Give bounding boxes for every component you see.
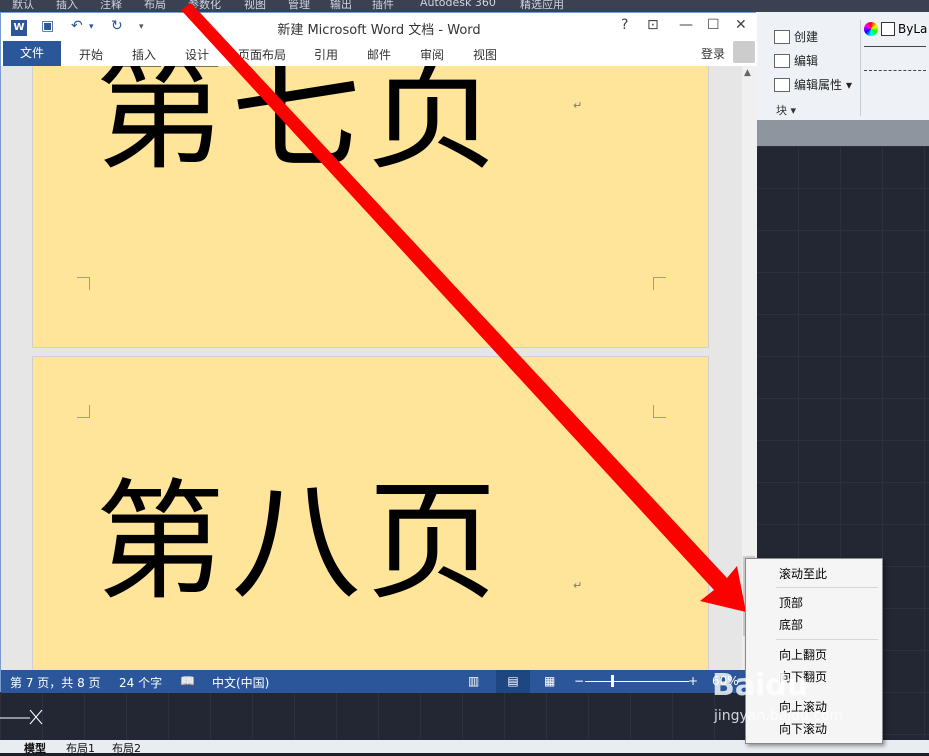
avatar[interactable] bbox=[733, 41, 755, 63]
tab-layout2[interactable]: 布局2 bbox=[112, 740, 141, 756]
page-8[interactable]: 第八页 ↵ bbox=[32, 356, 709, 670]
crop-mark bbox=[653, 405, 666, 418]
zoom-in-icon[interactable]: + bbox=[688, 674, 698, 688]
chevron-down-icon: ▾ bbox=[790, 104, 797, 117]
cad-drawing-area-bottom[interactable] bbox=[0, 692, 756, 742]
edit-attr-icon bbox=[774, 77, 790, 92]
cad-tab[interactable]: 管理 bbox=[288, 0, 310, 12]
properties-panel: ByLa bbox=[864, 22, 927, 72]
cad-file-tab-strip bbox=[756, 120, 929, 146]
edit-block-button[interactable]: 编辑 bbox=[774, 52, 818, 69]
tab-references[interactable]: 引用 bbox=[314, 46, 338, 63]
block-panel-title-text: 块 bbox=[776, 104, 787, 117]
edit-block-icon bbox=[774, 53, 790, 68]
status-bar: 第 7 页，共 8 页 24 个字 📖 中文(中国) ▥ ▤ ▦ − + 60% bbox=[1, 670, 757, 693]
create-block-icon bbox=[774, 29, 790, 44]
cad-tab[interactable]: 精选应用 bbox=[520, 0, 564, 12]
word-window: W ▣ ↶ ▾ ↻ ▾ 新建 Microsoft Word 文档 - Word … bbox=[0, 12, 757, 693]
menu-item-top[interactable]: 顶部 bbox=[779, 594, 803, 611]
cad-block-panel: 创建 编辑 编辑属性 ▾ 块 ▾ ByLa bbox=[756, 12, 929, 121]
baidu-watermark: Baidu bbox=[712, 668, 809, 703]
tab-model[interactable]: 模型 bbox=[24, 740, 46, 756]
cad-ribbon-tabs: 默认 插入 注释 布局 参数化 视图 管理 输出 插件 Autodesk 360… bbox=[0, 0, 929, 12]
cad-tab[interactable]: 插件 bbox=[372, 0, 394, 12]
tab-design[interactable]: 设计 bbox=[185, 46, 209, 63]
color-swatch[interactable] bbox=[881, 22, 895, 36]
window-title: 新建 Microsoft Word 文档 - Word bbox=[277, 23, 481, 38]
zoom-slider-thumb[interactable] bbox=[611, 675, 614, 687]
maximize-icon[interactable]: ☐ bbox=[707, 17, 720, 33]
tab-layout1[interactable]: 布局1 bbox=[66, 740, 95, 756]
web-layout-icon[interactable]: ▦ bbox=[544, 674, 555, 688]
print-layout-icon[interactable]: ▤ bbox=[496, 670, 530, 693]
cad-tab[interactable]: 视图 bbox=[244, 0, 266, 12]
cad-tab[interactable]: 参数化 bbox=[188, 0, 221, 12]
menu-item-page-up[interactable]: 向上翻页 bbox=[779, 646, 827, 663]
page-7[interactable]: 第七页 ↵ bbox=[32, 66, 709, 348]
tab-home[interactable]: 开始 bbox=[79, 46, 103, 63]
page-count-status[interactable]: 第 7 页，共 8 页 bbox=[10, 674, 101, 691]
tab-review[interactable]: 审阅 bbox=[420, 46, 444, 63]
color-wheel-icon[interactable] bbox=[864, 22, 878, 36]
crop-mark bbox=[77, 405, 90, 418]
cad-tab[interactable]: 布局 bbox=[144, 0, 166, 12]
edit-block-label: 编辑 bbox=[794, 54, 819, 68]
baidu-watermark-url: jingyan.baidu.com bbox=[714, 708, 844, 724]
page-heading: 第八页 bbox=[95, 466, 504, 618]
create-block-button[interactable]: 创建 bbox=[774, 28, 818, 45]
paragraph-mark: ↵ bbox=[573, 579, 583, 592]
close-icon[interactable]: ✕ bbox=[735, 17, 747, 33]
proofing-icon[interactable]: 📖 bbox=[180, 674, 195, 688]
bylayer-select[interactable]: ByLa bbox=[898, 22, 927, 36]
cad-tab[interactable]: 默认 bbox=[12, 0, 34, 12]
menu-separator bbox=[776, 639, 878, 640]
block-panel-title[interactable]: 块 ▾ bbox=[776, 102, 796, 118]
edit-attr-label: 编辑属性 bbox=[794, 78, 843, 92]
zoom-slider[interactable] bbox=[585, 681, 689, 682]
help-icon[interactable]: ? bbox=[621, 17, 628, 33]
cad-tab[interactable]: 插入 bbox=[56, 0, 78, 12]
tab-file[interactable]: 文件 bbox=[3, 41, 61, 66]
tab-mailings[interactable]: 邮件 bbox=[367, 46, 391, 63]
word-count-status[interactable]: 24 个字 bbox=[119, 674, 162, 691]
lineweight-select[interactable] bbox=[864, 46, 926, 48]
chevron-down-icon: ▾ bbox=[846, 77, 853, 92]
ribbon-tabs: 文件 开始 插入 设计 页面布局 引用 邮件 审阅 视图 登录 bbox=[1, 41, 757, 66]
title-bar: W ▣ ↶ ▾ ↻ ▾ 新建 Microsoft Word 文档 - Word … bbox=[1, 13, 757, 41]
edit-attr-button[interactable]: 编辑属性 ▾ bbox=[774, 76, 852, 93]
language-status[interactable]: 中文(中国) bbox=[212, 674, 269, 691]
scroll-up-icon[interactable]: ▲ bbox=[744, 68, 751, 78]
menu-item-scroll-here[interactable]: 滚动至此 bbox=[779, 565, 827, 582]
read-mode-icon[interactable]: ▥ bbox=[468, 674, 479, 688]
ribbon-display-icon[interactable]: ⊡ bbox=[647, 17, 659, 33]
cad-tab[interactable]: 输出 bbox=[330, 0, 352, 12]
minimize-icon[interactable]: — bbox=[679, 17, 693, 33]
create-block-label: 创建 bbox=[794, 30, 819, 44]
page-heading: 第七页 bbox=[95, 66, 504, 188]
tab-layout[interactable]: 页面布局 bbox=[238, 46, 286, 63]
panel-divider bbox=[860, 20, 861, 116]
cad-tab[interactable]: Autodesk 360 bbox=[420, 0, 496, 9]
crop-mark bbox=[653, 277, 666, 290]
document-area[interactable]: 第七页 ↵ 第八页 ↵ bbox=[1, 66, 742, 670]
menu-separator bbox=[776, 587, 878, 588]
linetype-select[interactable] bbox=[864, 70, 926, 72]
sign-in-link[interactable]: 登录 bbox=[701, 45, 725, 62]
cad-tab[interactable]: 注释 bbox=[100, 0, 122, 12]
paragraph-mark: ↵ bbox=[573, 99, 583, 112]
menu-item-bottom[interactable]: 底部 bbox=[779, 616, 803, 633]
ucs-icon bbox=[0, 706, 48, 726]
zoom-out-icon[interactable]: − bbox=[574, 674, 584, 688]
crop-mark bbox=[77, 277, 90, 290]
tab-view[interactable]: 视图 bbox=[473, 46, 497, 63]
tab-insert[interactable]: 插入 bbox=[132, 46, 156, 63]
